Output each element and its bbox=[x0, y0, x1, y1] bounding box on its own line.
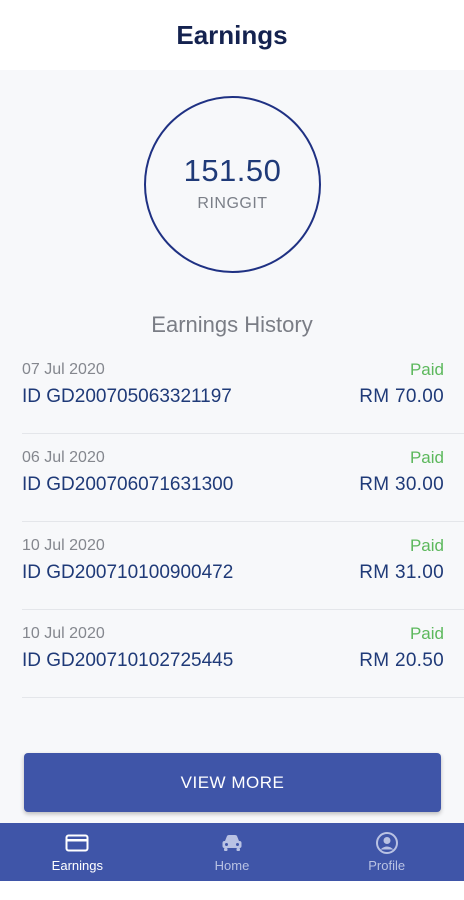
item-date: 06 Jul 2020 bbox=[22, 449, 105, 466]
earnings-history-list: 07 Jul 2020 ID GD200705063321197 Paid RM… bbox=[22, 346, 464, 698]
item-amount: RM 30.00 bbox=[359, 474, 444, 495]
tab-home[interactable]: Home bbox=[155, 823, 310, 881]
tab-label: Profile bbox=[368, 857, 406, 873]
bottom-strip bbox=[0, 881, 464, 900]
user-circle-icon bbox=[375, 831, 399, 854]
earnings-total-circle: 151.50 RINGGIT bbox=[144, 96, 321, 273]
car-icon bbox=[220, 832, 244, 854]
item-date: 10 Jul 2020 bbox=[22, 625, 105, 642]
app-header: Earnings bbox=[0, 0, 464, 70]
card-icon bbox=[65, 832, 89, 854]
bottom-tab-bar: Earnings Home Profile bbox=[0, 823, 464, 881]
item-amount: RM 20.50 bbox=[359, 650, 444, 671]
earnings-total-amount: 151.50 bbox=[183, 152, 282, 188]
item-id: ID GD200705063321197 bbox=[22, 386, 232, 407]
earnings-history-title: Earnings History bbox=[151, 312, 313, 337]
tab-earnings[interactable]: Earnings bbox=[0, 823, 155, 881]
tab-profile[interactable]: Profile bbox=[309, 823, 464, 881]
tab-label: Earnings bbox=[51, 857, 103, 873]
item-date: 10 Jul 2020 bbox=[22, 537, 105, 554]
list-item[interactable]: 10 Jul 2020 ID GD200710100900472 Paid RM… bbox=[22, 522, 464, 610]
item-status: Paid bbox=[409, 448, 444, 467]
earnings-total-unit: RINGGIT bbox=[197, 194, 268, 212]
list-item[interactable]: 07 Jul 2020 ID GD200705063321197 Paid RM… bbox=[22, 346, 464, 434]
item-id: ID GD200706071631300 bbox=[22, 474, 234, 495]
item-status: Paid bbox=[409, 360, 444, 379]
item-status: Paid bbox=[409, 536, 444, 555]
item-amount: RM 31.00 bbox=[359, 562, 444, 583]
earnings-content: 151.50 RINGGIT Earnings History 07 Jul 2… bbox=[0, 70, 464, 823]
view-more-button[interactable]: VIEW MORE bbox=[24, 753, 441, 812]
page-title: Earnings bbox=[176, 19, 288, 50]
item-id: ID GD200710100900472 bbox=[22, 562, 234, 583]
item-date: 07 Jul 2020 bbox=[22, 361, 105, 378]
item-amount: RM 70.00 bbox=[359, 386, 444, 407]
list-item[interactable]: 10 Jul 2020 ID GD200710102725445 Paid RM… bbox=[22, 610, 464, 698]
list-item[interactable]: 06 Jul 2020 ID GD200706071631300 Paid RM… bbox=[22, 434, 464, 522]
item-status: Paid bbox=[409, 624, 444, 643]
item-id: ID GD200710102725445 bbox=[22, 650, 234, 671]
tab-label: Home bbox=[214, 857, 250, 873]
